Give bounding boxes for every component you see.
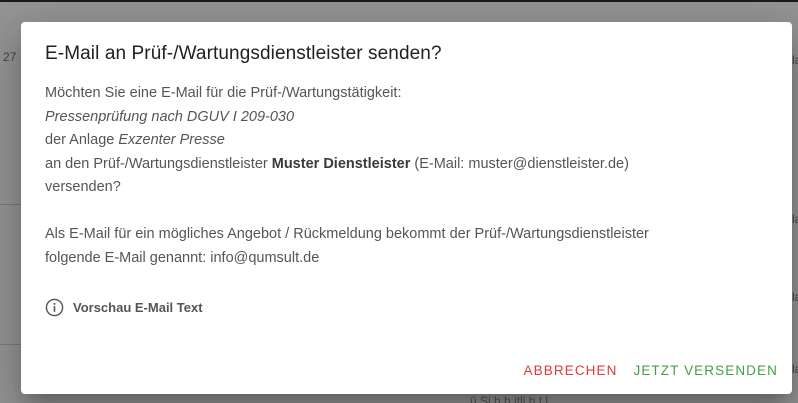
dialog-title: E-Mail an Prüf-/Wartungsdienstleister se… bbox=[45, 43, 442, 64]
cancel-button[interactable]: ABBRECHEN bbox=[524, 363, 618, 378]
asset-prefix: der Anlage bbox=[45, 132, 119, 148]
dialog-actions: ABBRECHEN JETZT VERSENDEN bbox=[524, 363, 778, 378]
send-now-button[interactable]: JETZT VERSENDEN bbox=[633, 363, 778, 378]
reply-info-line: Als E-Mail für ein mögliches Angebot / R… bbox=[45, 226, 649, 242]
dialog-content: Möchten Sie eine E-Mail für die Prüf-/Wa… bbox=[45, 82, 775, 270]
provider-line: an den Prüf-/Wartungsdienstleister Muste… bbox=[45, 153, 775, 177]
activity-name: Pressenprüfung nach DGUV I 209-030 bbox=[45, 108, 295, 125]
screen: 27 la la la la ü Si h h itli h t l E-Mai… bbox=[0, 0, 798, 403]
provider-email: (E-Mail: muster@dienstleister.de) bbox=[410, 155, 629, 172]
send-email-dialog: E-Mail an Prüf-/Wartungsdienstleister se… bbox=[21, 22, 792, 394]
send-question: versenden? bbox=[45, 179, 121, 195]
info-circle-icon bbox=[45, 298, 64, 317]
asset-line: der Anlage Exzenter Presse bbox=[45, 129, 775, 153]
provider-prefix: an den Prüf-/Wartungsdienstleister bbox=[45, 155, 272, 172]
reply-email-line: folgende E-Mail genannt: info@qumsult.de bbox=[45, 249, 320, 266]
intro-text: Möchten Sie eine E-Mail für die Prüf-/Wa… bbox=[45, 85, 402, 101]
email-preview-label: Vorschau E-Mail Text bbox=[73, 300, 203, 315]
asset-name: Exzenter Presse bbox=[118, 132, 225, 148]
email-preview-toggle[interactable]: Vorschau E-Mail Text bbox=[45, 298, 203, 317]
provider-name: Muster Dienstleister bbox=[271, 155, 411, 172]
background-text-fragment: ü Si h h itli h t l bbox=[470, 394, 549, 403]
